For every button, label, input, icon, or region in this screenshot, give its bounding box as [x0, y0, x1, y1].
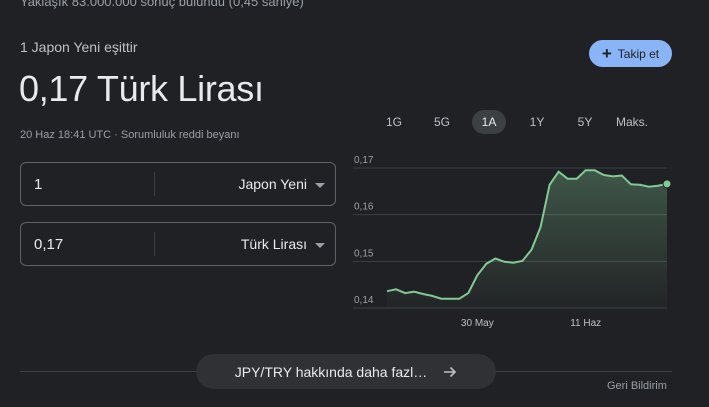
timestamp: 20 Haz 18:41 UTC	[20, 129, 112, 141]
tab-maks[interactable]: Maks.	[612, 110, 652, 134]
y-tick-label: 0,16	[354, 202, 374, 213]
from-amount-input[interactable]: 1	[21, 176, 154, 193]
to-currency-label: Türk Lirası	[240, 236, 307, 252]
x-tick-label: 30 May	[461, 318, 494, 329]
disclaimer-link[interactable]: Sorumluluk reddi beyanı	[121, 129, 240, 141]
follow-button[interactable]: + Takip et	[589, 40, 672, 67]
separator-dot: ·	[114, 129, 118, 141]
y-tick-label: 0,17	[354, 155, 374, 166]
from-currency-select[interactable]: Japon Yeni	[155, 176, 335, 192]
more-about-button[interactable]: JPY/TRY hakkında daha fazl…	[196, 354, 496, 389]
chart-current-point	[662, 179, 672, 189]
y-tick-label: 0,15	[354, 248, 374, 259]
chevron-down-icon	[315, 242, 325, 248]
to-amount-input[interactable]: 0,17	[21, 236, 154, 253]
tab-1a[interactable]: 1A	[472, 110, 506, 134]
result-count: Yaklaşık 83.000.000 sonuç bulundu (0,45 …	[20, 0, 304, 9]
tab-1y[interactable]: 1Y	[521, 110, 553, 134]
follow-button-label: Takip et	[617, 46, 660, 61]
chevron-down-icon	[315, 182, 325, 188]
to-currency-box: 0,17 Türk Lirası	[20, 222, 336, 266]
tab-1g[interactable]: 1G	[378, 110, 410, 134]
more-about-label: JPY/TRY hakkında daha fazl…	[234, 363, 428, 380]
chart-area-fill	[387, 170, 667, 308]
feedback-link[interactable]: Geri Bildirim	[607, 380, 667, 392]
y-tick-label: 0,14	[354, 295, 374, 306]
from-currency-label: Japon Yeni	[238, 176, 307, 192]
equals-label: 1 Japon Yeni eşittir	[20, 39, 138, 55]
to-currency-select[interactable]: Türk Lirası	[155, 236, 335, 252]
tab-5g[interactable]: 5G	[425, 110, 459, 134]
arrow-right-icon	[444, 366, 457, 377]
x-tick-label: 11 Haz	[570, 318, 601, 329]
tab-5y[interactable]: 5Y	[568, 110, 602, 134]
plus-icon: +	[601, 43, 612, 63]
exchange-rate-chart: 0,17 0,16 0,15 0,14 30 May 11 Haz	[353, 155, 672, 329]
from-currency-box: 1 Japon Yeni	[20, 162, 336, 206]
conversion-result: 0,17 Türk Lirası	[19, 68, 264, 109]
timestamp-line: 20 Haz 18:41 UTC · Sorumluluk reddi beya…	[20, 129, 240, 141]
